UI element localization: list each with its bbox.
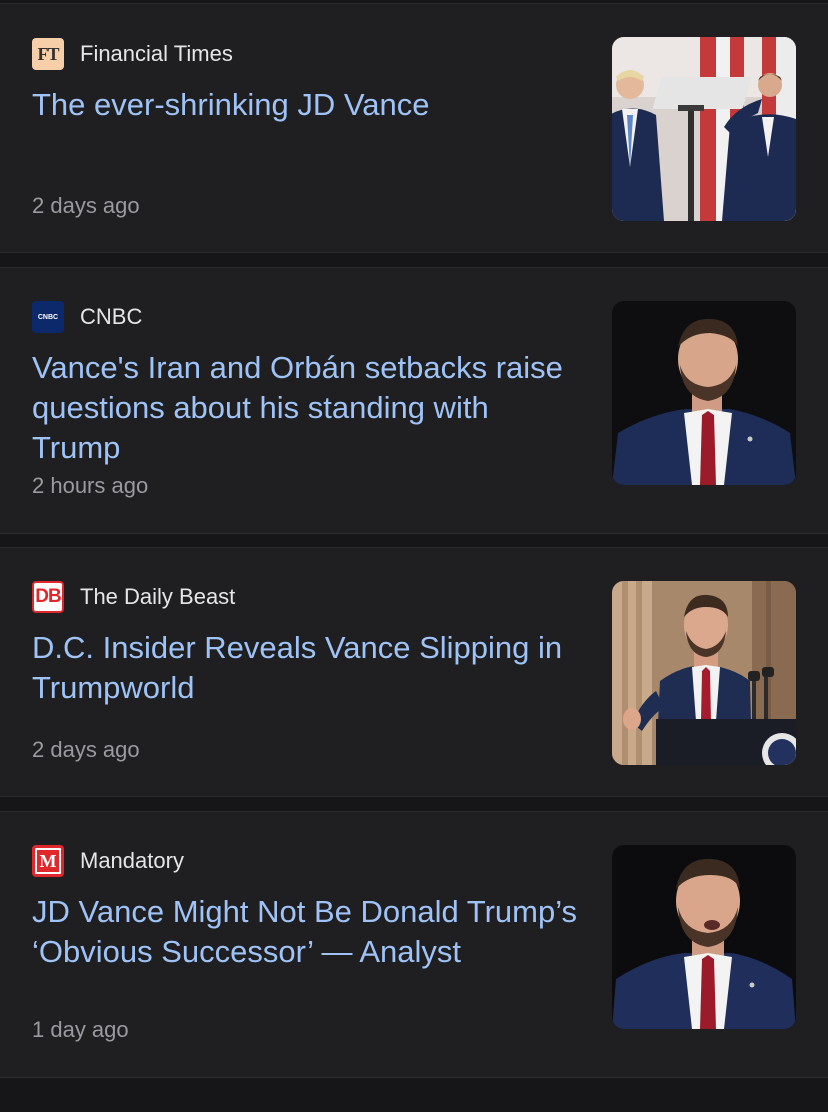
- article-card-mandatory[interactable]: M Mandatory JD Vance Might Not Be Donald…: [0, 811, 828, 1078]
- article-card-cnbc[interactable]: CNBC CNBC Vance's Iran and Orbán setback…: [0, 267, 828, 534]
- article-card-daily-beast[interactable]: DB The Daily Beast D.C. Insider Reveals …: [0, 547, 828, 797]
- logo-text: M: [37, 850, 59, 872]
- logo-text: DB: [35, 586, 61, 607]
- article-source-name: The Daily Beast: [80, 584, 236, 609]
- news-feed: FT Financial Times The ever-shrinking JD…: [0, 0, 828, 1112]
- article-thumbnail[interactable]: [612, 37, 796, 221]
- article-source-row: M Mandatory: [32, 845, 184, 877]
- mandatory-logo-icon: M: [32, 845, 64, 877]
- article-headline[interactable]: Vance's Iran and Orbán setbacks raise qu…: [32, 348, 582, 468]
- article-headline[interactable]: The ever-shrinking JD Vance: [32, 85, 582, 125]
- logo-text: CNBC: [37, 313, 59, 321]
- article-source-row: FT Financial Times: [32, 38, 233, 70]
- logo-text: FT: [37, 43, 59, 64]
- article-timestamp: 2 days ago: [32, 737, 140, 762]
- article-headline[interactable]: D.C. Insider Reveals Vance Slipping in T…: [32, 628, 582, 708]
- article-card-financial-times[interactable]: FT Financial Times The ever-shrinking JD…: [0, 3, 828, 253]
- article-source-name: CNBC: [80, 304, 143, 329]
- article-headline[interactable]: JD Vance Might Not Be Donald Trump’s ‘Ob…: [32, 892, 582, 972]
- article-thumbnail[interactable]: [612, 845, 796, 1029]
- daily-beast-logo-icon: DB: [32, 581, 64, 613]
- financial-times-logo-icon: FT: [32, 38, 64, 70]
- article-source-name: Financial Times: [80, 41, 233, 66]
- article-timestamp: 2 days ago: [32, 193, 140, 218]
- article-timestamp: 2 hours ago: [32, 473, 149, 498]
- cnbc-logo-icon: CNBC: [32, 301, 64, 333]
- article-thumbnail[interactable]: [612, 301, 796, 485]
- article-source-name: Mandatory: [80, 848, 184, 873]
- article-source-row: CNBC CNBC: [32, 301, 142, 333]
- thumbnail-image-portrait-speaking: [612, 845, 796, 1029]
- article-timestamp: 1 day ago: [32, 1017, 129, 1042]
- article-thumbnail[interactable]: [612, 581, 796, 765]
- article-source-row: DB The Daily Beast: [32, 581, 235, 613]
- thumbnail-image-portrait-red-tie: [612, 301, 796, 485]
- thumbnail-image-two-men-at-podium: [612, 37, 796, 221]
- thumbnail-image-man-at-lectern: [612, 581, 796, 765]
